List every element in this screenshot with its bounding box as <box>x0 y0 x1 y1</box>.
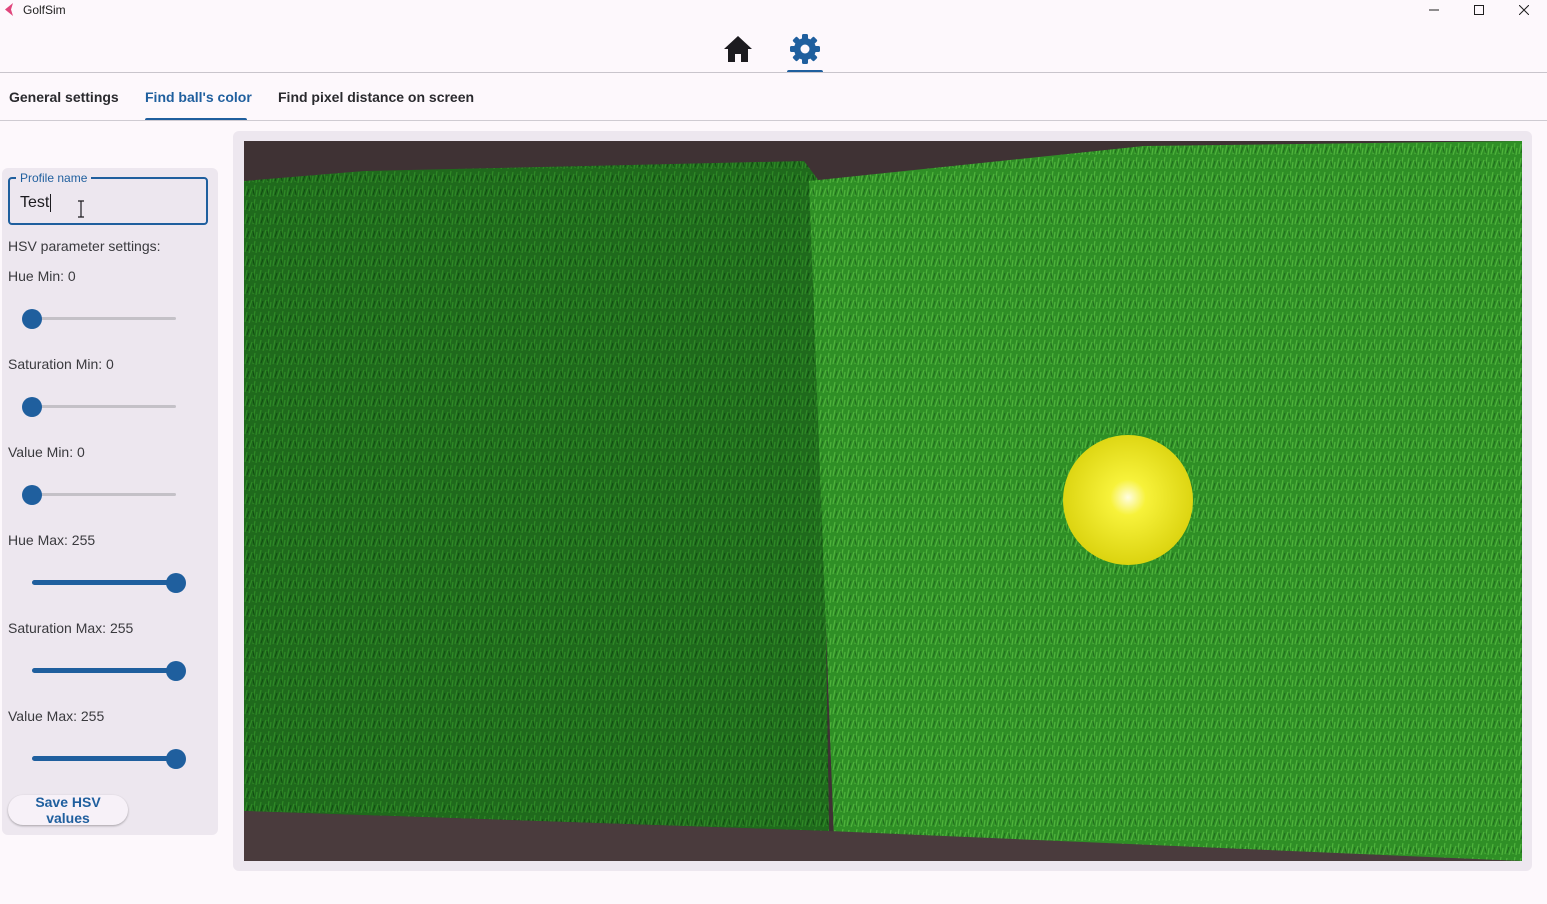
slider-active-track <box>32 756 176 761</box>
slider-track <box>32 405 176 408</box>
profile-name-input[interactable] <box>12 190 202 216</box>
slider-thumb[interactable] <box>22 397 42 417</box>
tab-general-settings[interactable]: General settings <box>9 73 119 121</box>
nav-settings-button[interactable] <box>787 32 823 66</box>
hue-min-slider[interactable] <box>20 307 190 331</box>
hue-max-slider[interactable] <box>20 571 190 595</box>
camera-feed-image <box>244 141 1522 861</box>
profile-name-label: Profile name <box>16 171 92 185</box>
slider-thumb[interactable] <box>22 485 42 505</box>
slider-thumb[interactable] <box>166 749 186 769</box>
slider-track <box>32 317 176 320</box>
minimize-icon <box>1429 9 1439 11</box>
slider-active-track <box>32 668 176 673</box>
value-min-slider[interactable] <box>20 483 190 507</box>
saturation-min-slider[interactable] <box>20 395 190 419</box>
camera-preview <box>244 141 1522 861</box>
value-max-label: Value Max: 255 <box>8 708 105 724</box>
golf-ball <box>1063 435 1193 565</box>
close-button[interactable] <box>1501 0 1547 20</box>
minimize-button[interactable] <box>1411 0 1457 20</box>
text-caret <box>50 194 51 212</box>
slider-thumb[interactable] <box>166 661 186 681</box>
saturation-max-label: Saturation Max: 255 <box>8 620 134 636</box>
saturation-min-label: Saturation Min: 0 <box>8 356 114 372</box>
slider-thumb[interactable] <box>22 309 42 329</box>
saturation-max-slider[interactable] <box>20 659 190 683</box>
nav-home-button[interactable] <box>722 34 754 64</box>
home-icon <box>724 36 752 62</box>
ibeam-cursor-icon <box>78 200 84 218</box>
save-hsv-button[interactable]: Save HSV values <box>8 794 128 826</box>
value-max-slider[interactable] <box>20 747 190 771</box>
maximize-button[interactable] <box>1456 0 1502 20</box>
tab-find-pixel-distance[interactable]: Find pixel distance on screen <box>278 73 474 121</box>
settings-icon <box>790 34 820 64</box>
hue-max-label: Hue Max: 255 <box>8 532 96 548</box>
window-title: GolfSim <box>23 3 66 17</box>
hsv-heading: HSV parameter settings: <box>8 238 161 254</box>
hue-min-label: Hue Min: 0 <box>8 268 76 284</box>
close-icon <box>1519 5 1529 15</box>
tab-bar: General settings Find ball's color Find … <box>0 73 1547 121</box>
value-min-label: Value Min: 0 <box>8 444 85 460</box>
slider-thumb[interactable] <box>166 573 186 593</box>
tab-find-ball-color[interactable]: Find ball's color <box>145 73 252 121</box>
slider-active-track <box>32 580 176 585</box>
tabs-divider <box>0 120 1547 121</box>
maximize-icon <box>1474 5 1484 15</box>
slider-track <box>32 493 176 496</box>
title-bar: GolfSim <box>0 0 1547 20</box>
app-logo-icon <box>5 3 13 16</box>
